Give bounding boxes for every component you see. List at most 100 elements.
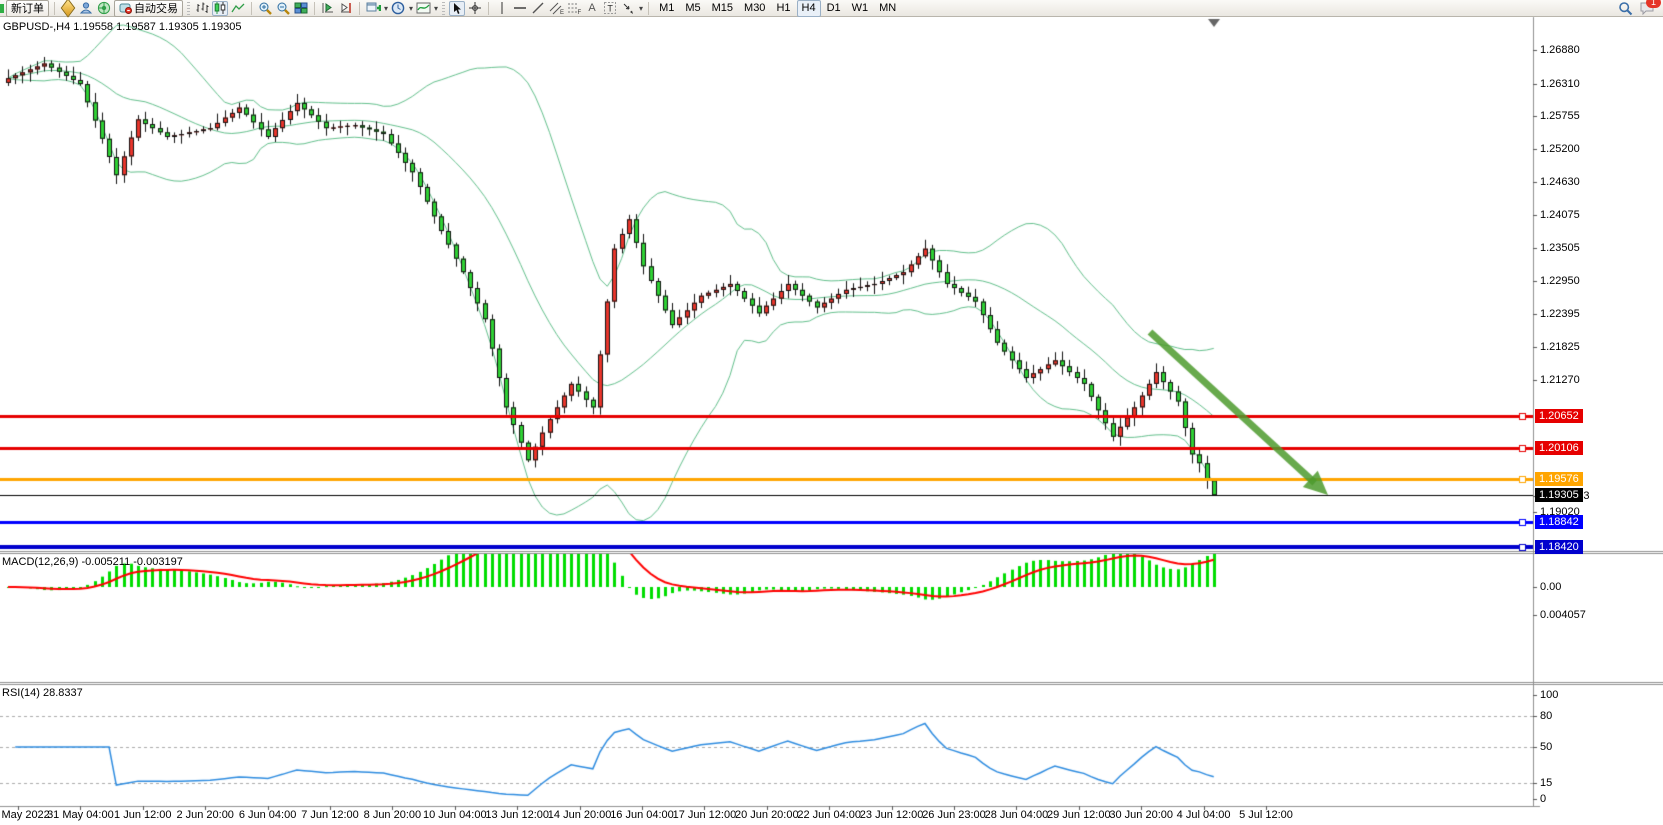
svg-text:F: F (577, 10, 581, 15)
rsi-current-value: 28.8337 (43, 687, 83, 699)
price-axis-label: 1.24630 (1540, 176, 1580, 188)
timeframe-button-D1[interactable]: D1 (822, 0, 846, 17)
time-axis-label: 23 Jun 12:00 (860, 809, 924, 821)
macd-axis-label: 0.00 (1540, 581, 1561, 593)
macd-current-values: -0.005211 -0.003197 (81, 556, 182, 568)
timeframe-button-H1[interactable]: H1 (771, 0, 795, 17)
toolbar-separator (648, 2, 649, 15)
time-axis-label: 7 Jun 12:00 (301, 809, 359, 821)
periods-dropdown-caret[interactable]: ▾ (409, 4, 413, 13)
new-chart-icon[interactable] (365, 1, 381, 16)
clipped-chart-icon[interactable] (0, 1, 4, 16)
macd-axis-label: 0.004057 (1540, 609, 1586, 621)
time-axis-label: 8 Jun 20:00 (364, 809, 422, 821)
time-axis-label: 30 Jun 20:00 (1109, 809, 1173, 821)
chart-shift-icon[interactable] (338, 1, 354, 16)
timeframe-toolbar: M1M5M15M30H1H4D1W1MN (654, 0, 901, 17)
text-label-tool-icon[interactable]: T (602, 1, 618, 16)
auto-trading-label: 自动交易 (134, 0, 178, 16)
new-order-label: 新订单 (11, 0, 44, 16)
price-axis-label: 1.22395 (1540, 308, 1580, 320)
time-axis-label: 29 Jun 12:00 (1047, 809, 1111, 821)
auto-trading-button[interactable]: 自动交易 (114, 0, 183, 17)
timeframe-button-M5[interactable]: M5 (680, 0, 705, 17)
toolbar: 新订单 自动交易 (0, 0, 1663, 17)
notifications-chat-icon[interactable]: 1 (1639, 1, 1655, 16)
new-order-button[interactable]: 新订单 (6, 0, 49, 17)
terminal-signal-icon[interactable] (96, 1, 112, 16)
price-axis-label: 1.23505 (1540, 242, 1580, 254)
search-icon[interactable] (1617, 1, 1633, 16)
horizontal-line-tool-icon[interactable] (512, 1, 528, 16)
price-line-badge: 1.20652 (1535, 409, 1583, 423)
price-line-badge: 1.19305 (1535, 488, 1583, 502)
rsi-axis-label: 80 (1540, 710, 1552, 722)
price-axis-label: 1.21270 (1540, 374, 1580, 386)
zoom-out-icon[interactable] (275, 1, 291, 16)
equidistant-channel-tool-icon[interactable]: E (548, 1, 564, 16)
price-line-badge: 1.19576 (1535, 472, 1583, 486)
bar-chart-type-icon[interactable] (194, 1, 210, 16)
time-axis-label: 28 Jun 04:00 (985, 809, 1049, 821)
time-axis-label: 22 Jun 04:00 (797, 809, 861, 821)
market-watch-icon[interactable] (60, 1, 76, 16)
price-chart-canvas[interactable] (0, 0, 1663, 825)
time-axis-label: 16 Jun 04:00 (610, 809, 674, 821)
rsi-axis-label: 15 (1540, 777, 1552, 789)
fibonacci-tool-icon[interactable]: F (566, 1, 582, 16)
crosshair-icon[interactable] (467, 1, 483, 16)
time-axis-label: 14 Jun 20:00 (548, 809, 612, 821)
toolbar-right-icons: 1 (1617, 1, 1663, 16)
time-axis-label: 6 Jun 04:00 (239, 809, 297, 821)
toolbar-grip (187, 2, 190, 15)
price-axis-label: 1.25200 (1540, 143, 1580, 155)
tile-windows-icon[interactable] (293, 1, 309, 16)
macd-indicator-label: MACD(12,26,9) -0.005211 -0.003197 (2, 556, 183, 568)
price-line-badge: 1.18842 (1535, 515, 1583, 529)
text-tool-icon[interactable]: A (584, 1, 600, 16)
macd-name: MACD(12,26,9) (2, 556, 78, 568)
time-axis-label: 13 Jun 12:00 (485, 809, 549, 821)
arrows-tool-icon[interactable] (620, 1, 636, 16)
trendline-tool-icon[interactable] (530, 1, 546, 16)
auto-trading-icon (119, 2, 132, 14)
auto-scroll-icon[interactable] (320, 1, 336, 16)
notification-badge: 1 (1646, 0, 1661, 8)
timeframe-button-MN[interactable]: MN (874, 0, 901, 17)
rsi-name: RSI(14) (2, 687, 40, 699)
rsi-axis-label: 0 (1540, 793, 1546, 805)
timeframe-button-M15[interactable]: M15 (707, 0, 738, 17)
periods-clock-icon[interactable] (390, 1, 406, 16)
vertical-line-tool-icon[interactable] (494, 1, 510, 16)
toolbar-separator (251, 2, 252, 15)
price-axis-label: 1.25755 (1540, 110, 1580, 122)
toolbar-separator (359, 2, 360, 15)
svg-text:E: E (560, 10, 564, 15)
new-chart-dropdown-caret[interactable]: ▾ (384, 4, 388, 13)
timeframe-button-W1[interactable]: W1 (847, 0, 874, 17)
toolbar-separator (488, 2, 489, 15)
timeframe-button-M1[interactable]: M1 (654, 0, 679, 17)
svg-text:T: T (607, 4, 613, 14)
timeframe-button-H4[interactable]: H4 (797, 0, 821, 17)
navigator-icon[interactable] (78, 1, 94, 16)
rsi-axis-label: 50 (1540, 741, 1552, 753)
candlestick-chart-type-icon[interactable] (212, 1, 228, 16)
chart-ohlc-title: GBPUSD-,H4 1.19558 1.19587 1.19305 1.193… (3, 21, 242, 33)
arrows-dropdown-caret[interactable]: ▾ (639, 4, 643, 13)
cursor-icon[interactable] (449, 1, 465, 16)
price-axis-label: 1.22950 (1540, 275, 1580, 287)
timeframe-button-M30[interactable]: M30 (739, 0, 770, 17)
mt4-terminal-window: 新订单 自动交易 (0, 0, 1663, 825)
time-axis-label: 20 Jun 20:00 (735, 809, 799, 821)
time-axis-label: 5 Jul 12:00 (1239, 809, 1293, 821)
price-axis-label: 1.26310 (1540, 78, 1580, 90)
time-axis-label: 1 Jun 12:00 (114, 809, 172, 821)
line-chart-type-icon[interactable] (230, 1, 246, 16)
toolbar-separator (314, 2, 315, 15)
time-axis-label: 10 Jun 04:00 (423, 809, 487, 821)
zoom-in-icon[interactable] (257, 1, 273, 16)
price-axis-label: 1.24075 (1540, 209, 1580, 221)
indicators-dropdown-caret[interactable]: ▾ (434, 4, 438, 13)
indicators-icon[interactable] (415, 1, 431, 16)
